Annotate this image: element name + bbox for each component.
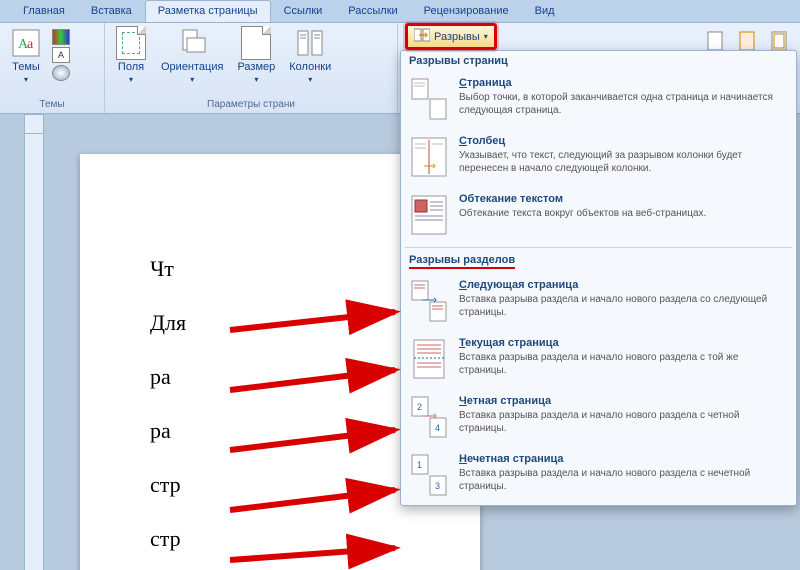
svg-text:1: 1 [417, 460, 422, 470]
chevron-down-icon: ▾ [190, 75, 194, 84]
margins-icon [115, 27, 147, 59]
group-pagesetup-label: Параметры страни [111, 98, 391, 111]
columns-icon [294, 27, 326, 59]
ribbon-tabs: Главная Вставка Разметка страницы Ссылки… [0, 0, 800, 23]
doc-text: ра [150, 416, 420, 446]
size-button[interactable]: Размер ▾ [233, 25, 279, 86]
svg-text:a: a [27, 37, 34, 52]
tab-home[interactable]: Главная [10, 0, 78, 22]
doc-text: стр [150, 524, 420, 554]
tab-page-layout[interactable]: Разметка страницы [145, 0, 271, 22]
tab-view[interactable]: Вид [522, 0, 568, 22]
columns-label: Колонки [289, 61, 331, 73]
tab-insert[interactable]: Вставка [78, 0, 145, 22]
text-wrap-icon [409, 193, 449, 237]
orientation-label: Ориентация [161, 61, 223, 73]
tab-links[interactable]: Ссылки [271, 0, 336, 22]
orientation-icon [176, 27, 208, 59]
svg-text:3: 3 [435, 481, 440, 491]
breaks-dropdown: Разрывы страниц Страница Выбор точки, в … [400, 50, 797, 506]
themes-label: Темы [12, 61, 40, 73]
dd-separator [405, 247, 792, 248]
group-themes: Aa Темы ▾ A Темы [0, 23, 105, 113]
margins-label: Поля [118, 61, 144, 73]
tab-review[interactable]: Рецензирование [411, 0, 522, 22]
doc-text: Для [150, 308, 420, 338]
orientation-button[interactable]: Ориентация ▾ [157, 25, 227, 86]
dd-item-desc: Выбор точки, в которой заканчивается одн… [459, 91, 788, 117]
margins-button[interactable]: Поля ▾ [111, 25, 151, 86]
doc-text: стр [150, 470, 420, 500]
page-color-icon[interactable] [738, 31, 758, 51]
vertical-ruler [24, 114, 44, 570]
size-icon [240, 27, 272, 59]
chevron-down-icon: ▾ [254, 75, 258, 84]
theme-colors-icon[interactable] [52, 29, 70, 45]
odd-page-icon: 13 [409, 453, 449, 497]
even-page-icon: 24 [409, 395, 449, 439]
dd-item-desc: Вставка разрыва раздела и начало нового … [459, 467, 788, 493]
group-themes-label: Темы [6, 98, 98, 111]
theme-effects-icon[interactable] [52, 65, 70, 81]
dd-item-title: Обтекание текстом [459, 193, 788, 205]
dd-item-odd-page[interactable]: 13 Нечетная страница Вставка разрыва раз… [401, 447, 796, 505]
dd-item-title: Столбец [459, 135, 788, 147]
chevron-down-icon: ▾ [484, 32, 488, 41]
dd-item-page[interactable]: Страница Выбор точки, в которой заканчив… [401, 71, 796, 129]
size-label: Размер [237, 61, 275, 73]
themes-button[interactable]: Aa Темы ▾ [6, 25, 46, 86]
chevron-down-icon: ▾ [24, 75, 28, 84]
dd-item-title: Страница [459, 77, 788, 89]
theme-fonts-icon[interactable]: A [52, 47, 70, 63]
dd-item-title: Нечетная страница [459, 453, 788, 465]
continuous-icon [409, 337, 449, 381]
dd-item-desc: Обтекание текста вокруг объектов на веб-… [459, 207, 788, 220]
group-page-setup: Поля ▾ Ориентация ▾ Размер ▾ Колонки ▾ [105, 23, 398, 113]
svg-text:2: 2 [417, 402, 422, 412]
dd-item-text-wrap[interactable]: Обтекание текстом Обтекание текста вокру… [401, 187, 796, 245]
svg-text:4: 4 [435, 423, 440, 433]
dd-item-desc: Указывает, что текст, следующий за разры… [459, 149, 788, 175]
breaks-icon [414, 28, 430, 45]
dd-item-desc: Вставка разрыва раздела и начало нового … [459, 351, 788, 377]
dd-item-next-page[interactable]: Следующая страница Вставка разрыва разде… [401, 273, 796, 331]
dd-section-page-breaks: Разрывы страниц [401, 51, 796, 71]
dd-item-even-page[interactable]: 24 Четная страница Вставка разрыва разде… [401, 389, 796, 447]
dd-item-title: Текущая страница [459, 337, 788, 349]
next-page-icon [409, 279, 449, 323]
app-window: Главная Вставка Разметка страницы Ссылки… [0, 0, 800, 570]
themes-icon: Aa [10, 27, 42, 59]
breaks-button[interactable]: Разрывы ▾ [405, 23, 497, 50]
dd-item-title: Четная страница [459, 395, 788, 407]
doc-text: Чт [150, 254, 420, 284]
dd-item-desc: Вставка разрыва раздела и начало нового … [459, 293, 788, 319]
page-borders-icon[interactable] [770, 31, 790, 51]
dd-section-section-breaks: Разрывы разделов [401, 250, 796, 273]
dd-item-continuous[interactable]: Текущая страница Вставка разрыва раздела… [401, 331, 796, 389]
column-break-icon [409, 135, 449, 179]
dd-item-title: Следующая страница [459, 279, 788, 291]
watermark-icon[interactable] [706, 31, 726, 51]
columns-button[interactable]: Колонки ▾ [285, 25, 335, 86]
dd-item-column[interactable]: Столбец Указывает, что текст, следующий … [401, 129, 796, 187]
tab-mailings[interactable]: Рассылки [335, 0, 410, 22]
chevron-down-icon: ▾ [308, 75, 312, 84]
dd-item-desc: Вставка разрыва раздела и начало нового … [459, 409, 788, 435]
ruler-corner [24, 114, 44, 134]
breaks-label: Разрывы [434, 31, 480, 43]
page-break-icon [409, 77, 449, 121]
doc-text: ра [150, 362, 420, 392]
chevron-down-icon: ▾ [129, 75, 133, 84]
